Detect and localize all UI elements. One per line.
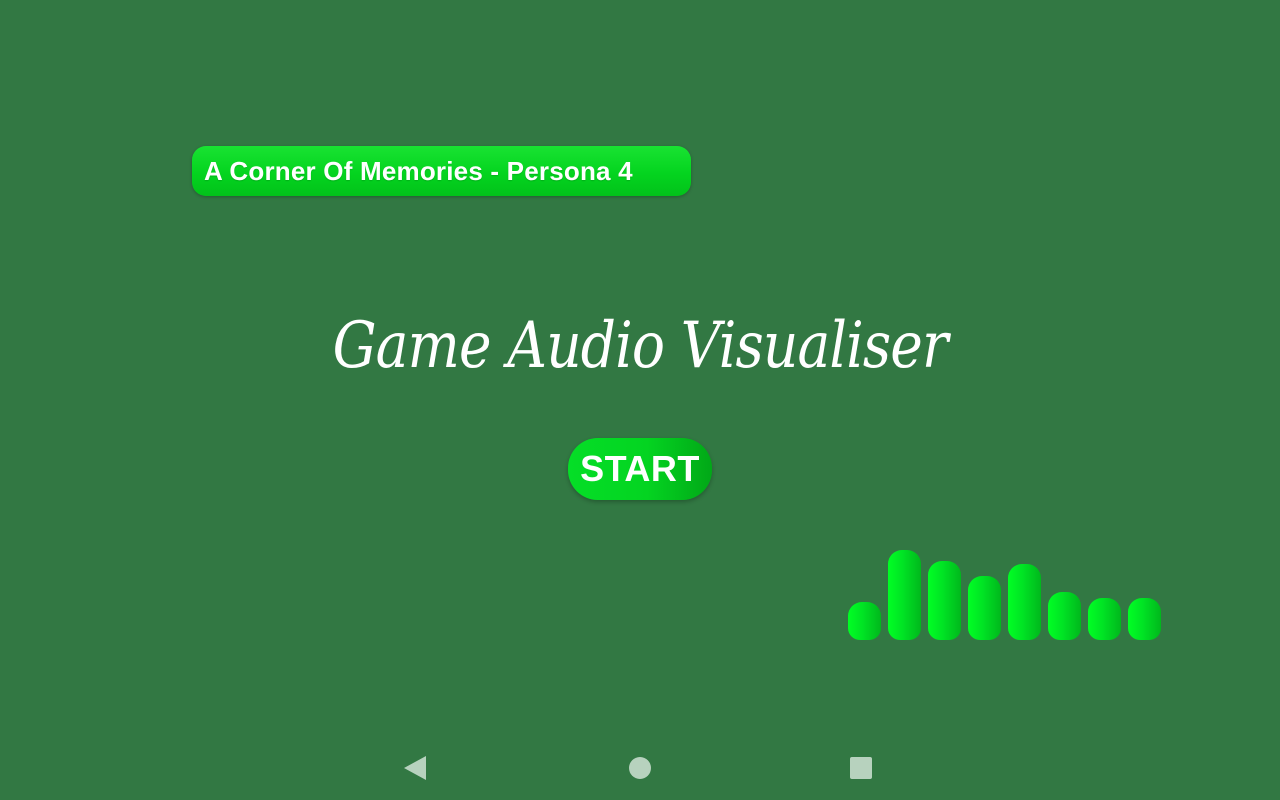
back-icon[interactable] [404,756,426,780]
visualiser-bar [1008,564,1041,640]
home-icon[interactable] [629,757,651,779]
now-playing-badge: A Corner Of Memories - Persona 4 [192,146,691,196]
now-playing-label: A Corner Of Memories - Persona 4 [204,155,633,186]
visualiser-bar [848,602,881,640]
start-button[interactable]: START [568,438,712,500]
visualiser-bar [1128,598,1161,640]
audio-visualiser [848,540,1164,640]
visualiser-bar [1088,598,1121,640]
start-button-label: START [580,448,700,489]
game-screen: { "now_playing": { "track_label": "A Cor… [0,0,1280,800]
visualiser-bar [888,550,921,640]
recents-icon[interactable] [850,757,872,779]
visualiser-bar [928,561,961,640]
system-nav-bar [0,740,1280,800]
visualiser-bar [968,576,1001,640]
game-title: Game Audio Visualiser [332,309,949,383]
visualiser-bar [1048,592,1081,640]
